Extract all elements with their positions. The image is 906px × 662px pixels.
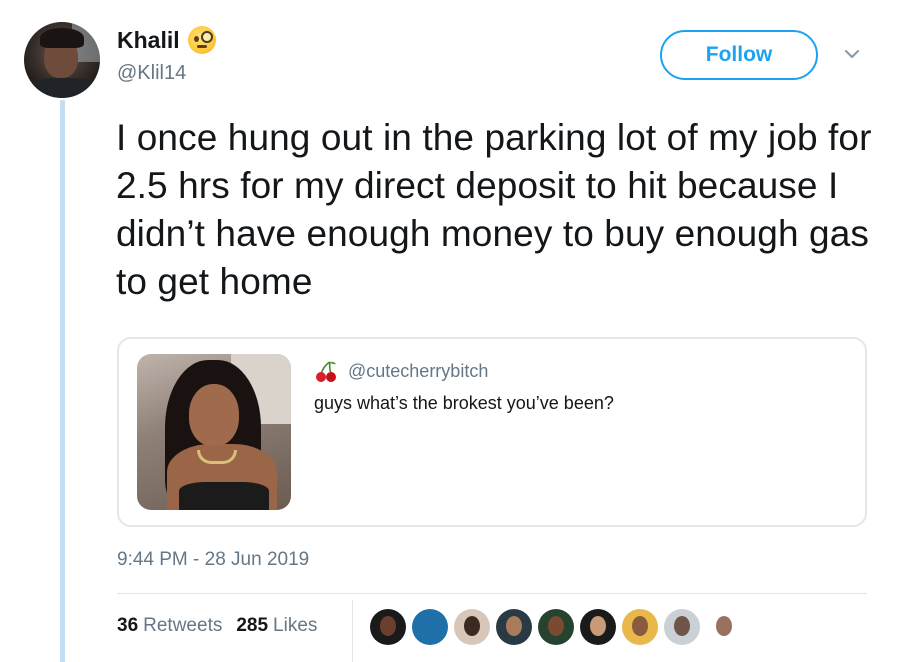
liker-avatar[interactable] bbox=[580, 609, 616, 645]
liker-avatar[interactable] bbox=[370, 609, 406, 645]
quoted-tweet-user[interactable]: @cutecherrybitch bbox=[314, 359, 488, 383]
quoted-tweet-text: guys what’s the brokest you’ve been? bbox=[314, 393, 614, 413]
follow-button[interactable]: Follow bbox=[660, 30, 818, 80]
liker-avatar[interactable] bbox=[412, 609, 448, 645]
quoted-tweet[interactable]: @cutecherrybitch guys what’s the brokest… bbox=[117, 337, 867, 527]
liker-avatar[interactable] bbox=[454, 609, 490, 645]
avatar[interactable] bbox=[24, 22, 100, 98]
quoted-tweet-image[interactable] bbox=[137, 354, 291, 510]
likes-label[interactable]: Likes bbox=[273, 615, 317, 637]
liker-avatar[interactable] bbox=[622, 609, 658, 645]
face-with-monocle-icon bbox=[187, 26, 216, 54]
author-display-name[interactable]: Khalil bbox=[117, 27, 180, 54]
cherry-icon bbox=[316, 361, 336, 382]
quoted-tweet-handle[interactable]: @cutecherrybitch bbox=[348, 361, 488, 382]
liker-avatar[interactable] bbox=[706, 609, 742, 645]
liker-avatar[interactable] bbox=[496, 609, 532, 645]
tweet-stats: 36 Retweets 285 Likes bbox=[117, 615, 317, 637]
author-name-row[interactable]: Khalil bbox=[117, 26, 216, 54]
liker-avatars bbox=[370, 609, 748, 645]
tweet-card: Khalil @Klil14 Follow I once hung out in… bbox=[0, 0, 906, 662]
author-handle[interactable]: @Klil14 bbox=[117, 62, 186, 85]
tweet-timestamp[interactable]: 9:44 PM - 28 Jun 2019 bbox=[117, 549, 309, 571]
likes-count[interactable]: 285 bbox=[236, 615, 268, 637]
thread-line bbox=[60, 100, 65, 662]
chevron-down-icon[interactable] bbox=[842, 44, 862, 64]
stats-separator bbox=[352, 600, 353, 662]
liker-avatar[interactable] bbox=[538, 609, 574, 645]
divider bbox=[117, 593, 867, 594]
retweets-label[interactable]: Retweets bbox=[143, 615, 222, 637]
tweet-text: I once hung out in the parking lot of my… bbox=[116, 117, 872, 302]
liker-avatar[interactable] bbox=[664, 609, 700, 645]
retweets-count[interactable]: 36 bbox=[117, 615, 138, 637]
